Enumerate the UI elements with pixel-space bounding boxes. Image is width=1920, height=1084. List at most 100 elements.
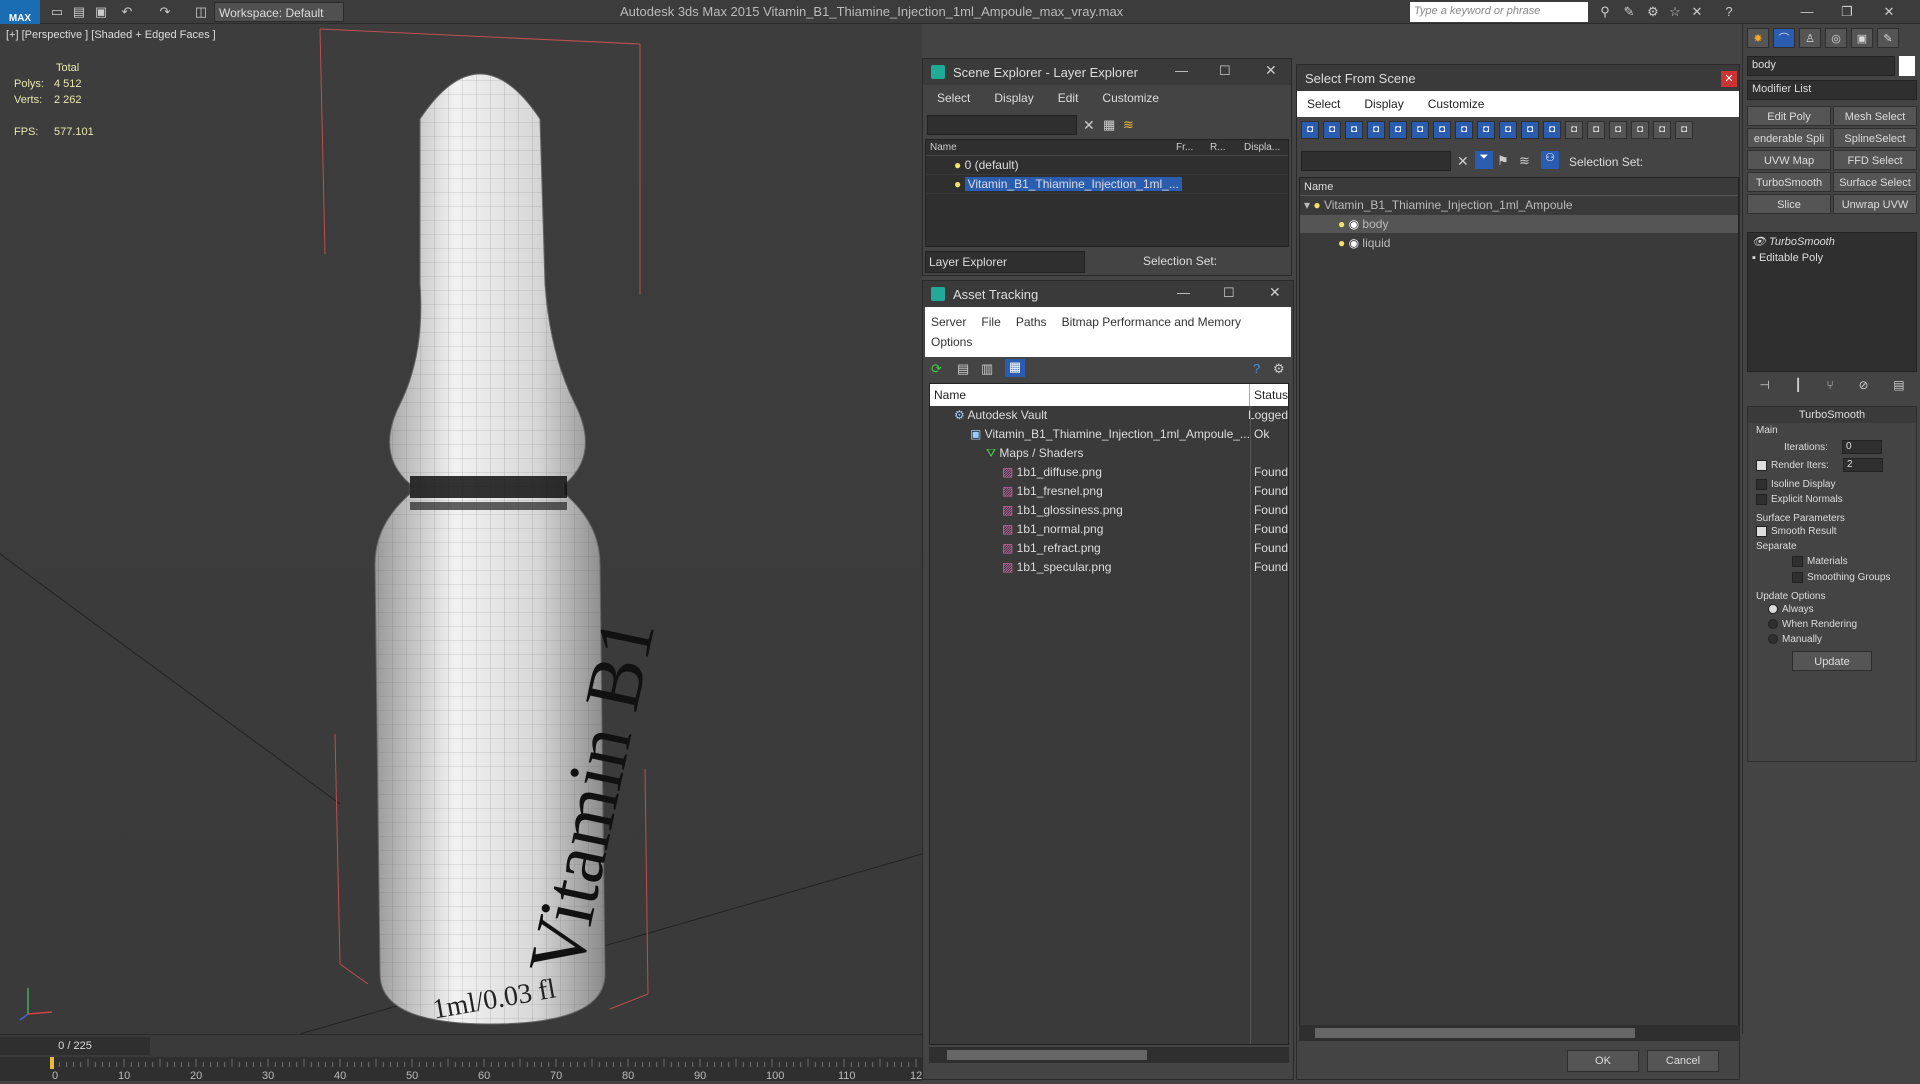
undo-icon[interactable]: ↶ xyxy=(118,3,136,21)
explicit-checkbox[interactable] xyxy=(1756,494,1767,506)
modifier-button[interactable]: SplineSelect xyxy=(1833,128,1917,148)
hierarchy-tab-icon[interactable]: ♙ xyxy=(1799,28,1821,48)
scene-explorer-filter-input[interactable] xyxy=(927,115,1077,135)
layers-icon[interactable]: ≋ xyxy=(1519,153,1530,169)
select-filter-input[interactable] xyxy=(1301,151,1451,171)
help-icon[interactable]: ? xyxy=(1720,3,1738,21)
show-end-result-icon[interactable]: ┃ xyxy=(1795,378,1802,392)
motion-tab-icon[interactable]: ◎ xyxy=(1825,28,1847,48)
expand-icon[interactable]: ▪ xyxy=(1752,252,1756,264)
modify-tab-icon[interactable]: ⌒ xyxy=(1773,28,1795,48)
xrefs-filter-icon[interactable]: ◘ xyxy=(1455,121,1473,139)
col-render[interactable]: R... xyxy=(1210,140,1244,155)
asset-row[interactable]: ▣ Vitamin_B1_Thiamine_Injection_1ml_Ampo… xyxy=(930,425,1288,444)
help-icon[interactable]: ? xyxy=(1253,361,1260,376)
sort-filter-icon[interactable]: ◘ xyxy=(1675,121,1693,139)
cameras-filter-icon[interactable]: ◘ xyxy=(1367,121,1385,139)
asset-row[interactable]: ⚙ Autodesk Vault Logged xyxy=(930,406,1288,425)
menu-display[interactable]: Display xyxy=(1364,97,1403,111)
menu-paths[interactable]: Paths xyxy=(1016,315,1047,329)
minimize-icon[interactable]: — xyxy=(1798,3,1816,21)
save-icon[interactable]: ▣ xyxy=(92,3,110,21)
scene-explorer-title[interactable]: Scene Explorer - Layer Explorer xyxy=(923,59,1291,85)
scrollbar-thumb[interactable] xyxy=(947,1050,1147,1060)
particles-filter-icon[interactable]: ◘ xyxy=(1521,121,1539,139)
containers-filter-icon[interactable]: ◘ xyxy=(1499,121,1517,139)
smooth-result-row[interactable]: Smooth Result xyxy=(1748,524,1916,539)
always-radio[interactable] xyxy=(1768,604,1778,615)
stack-turbosmooth[interactable]: 👁 TurboSmooth xyxy=(1748,233,1916,250)
refresh-icon[interactable]: ⟳ xyxy=(931,361,942,377)
render-iters-checkbox[interactable] xyxy=(1756,459,1767,471)
col-display[interactable]: Displa... xyxy=(1244,140,1284,155)
isoline-checkbox[interactable] xyxy=(1756,479,1767,490)
table-view-icon[interactable]: ▦ xyxy=(1005,359,1025,377)
modifier-list-dropdown[interactable]: Modifier List xyxy=(1747,80,1917,100)
display-all-filter-icon[interactable]: ◘ xyxy=(1565,121,1583,139)
app-logo[interactable]: MAX xyxy=(0,0,40,24)
modifier-button[interactable]: TurboSmooth xyxy=(1747,172,1831,192)
rollout-title[interactable]: TurboSmooth xyxy=(1748,407,1916,423)
viewport-label[interactable]: [+] [Perspective ] [Shaded + Edged Faces… xyxy=(6,29,216,41)
configure-sets-icon[interactable]: ▤ xyxy=(1893,378,1904,392)
spacewarps-filter-icon[interactable]: ◘ xyxy=(1411,121,1429,139)
asset-row[interactable]: ▨ 1b1_specular.png Found xyxy=(930,558,1288,577)
menu-edit[interactable]: Edit xyxy=(1058,91,1079,105)
frozen-filter-icon[interactable]: ◘ xyxy=(1543,121,1561,139)
iterations-spinner[interactable]: 0 xyxy=(1842,440,1882,454)
maximize-icon[interactable]: ☐ xyxy=(1219,63,1231,79)
col-name[interactable]: Name xyxy=(926,140,1176,155)
close-icon[interactable]: ✕ xyxy=(1880,3,1898,21)
subscription-icon[interactable]: ⚙ xyxy=(1644,3,1662,21)
manually-row[interactable]: Manually xyxy=(1748,632,1916,647)
shapes-filter-icon[interactable]: ◘ xyxy=(1323,121,1341,139)
close-icon[interactable]: ✕ xyxy=(1721,71,1737,87)
col-name[interactable]: Name xyxy=(1300,178,1738,196)
smoothing-groups-checkbox[interactable] xyxy=(1792,571,1803,583)
modifier-button[interactable]: Surface Select xyxy=(1833,172,1917,192)
asset-row[interactable]: ▨ 1b1_refract.png Found xyxy=(930,539,1288,558)
layer-explorer-dropdown[interactable]: Layer Explorer xyxy=(925,251,1085,273)
layer-tools-icon[interactable]: ≋ xyxy=(1123,117,1134,133)
cancel-button[interactable]: Cancel xyxy=(1647,1050,1719,1072)
hierarchy-filter-icon[interactable]: ◘ xyxy=(1653,121,1671,139)
explicit-row[interactable]: Explicit Normals xyxy=(1748,492,1916,507)
open-file-icon[interactable]: ▤ xyxy=(70,3,88,21)
scrollbar-thumb[interactable] xyxy=(1315,1028,1635,1038)
list-icon[interactable]: ▤ xyxy=(957,361,969,377)
maximize-icon[interactable]: ☐ xyxy=(1223,285,1235,301)
menu-customize[interactable]: Customize xyxy=(1102,91,1159,105)
project-folder-icon[interactable]: ◫ xyxy=(192,3,210,21)
bulb-icon[interactable]: ● xyxy=(1313,198,1320,212)
update-button[interactable]: Update xyxy=(1792,650,1872,671)
select-from-scene-title[interactable]: Select From Scene xyxy=(1297,65,1739,91)
create-tab-icon[interactable]: ✸ xyxy=(1747,28,1769,48)
modifier-button[interactable]: Unwrap UVW xyxy=(1833,194,1917,214)
col-status[interactable]: Status xyxy=(1250,384,1288,406)
layer-row-vitamin[interactable]: ● Vitamin_B1_Thiamine_Injection_1ml_... xyxy=(926,175,1288,194)
close-icon[interactable]: ✕ xyxy=(1265,62,1277,79)
bones-filter-icon[interactable]: ◘ xyxy=(1477,121,1495,139)
asset-row[interactable]: ▨ 1b1_normal.png Found xyxy=(930,520,1288,539)
menu-customize[interactable]: Customize xyxy=(1428,97,1485,111)
workspace-dropdown[interactable]: Workspace: Default xyxy=(214,2,344,22)
search-input[interactable]: Type a keyword or phrase xyxy=(1410,2,1588,22)
modifier-button[interactable]: enderable Spli xyxy=(1747,128,1831,148)
new-file-icon[interactable]: ▭ xyxy=(48,3,66,21)
menu-bitmap-performance[interactable]: Bitmap Performance and Memory xyxy=(1062,315,1241,329)
bulb-icon[interactable]: ● xyxy=(1338,236,1345,250)
exchange-icon[interactable]: ✕ xyxy=(1688,3,1706,21)
tools-icon[interactable]: ✎ xyxy=(1620,3,1638,21)
thumbnail-icon[interactable]: ▥ xyxy=(981,361,993,377)
modifier-button[interactable]: UVW Map xyxy=(1747,150,1831,170)
menu-select[interactable]: Select xyxy=(1307,97,1340,111)
filter-icon[interactable]: ▦ xyxy=(1103,117,1115,133)
always-row[interactable]: Always xyxy=(1748,602,1916,617)
asset-row[interactable]: ⛛ Maps / Shaders xyxy=(930,444,1288,463)
clear-filter-icon[interactable]: ✕ xyxy=(1083,117,1095,134)
ok-button[interactable]: OK xyxy=(1567,1050,1639,1072)
layer-row-default[interactable]: ● 0 (default) xyxy=(926,156,1288,175)
time-cursor[interactable] xyxy=(50,1057,54,1069)
isoline-row[interactable]: Isoline Display xyxy=(1748,474,1916,492)
selection-set-icon[interactable]: ⚇ xyxy=(1541,151,1559,169)
